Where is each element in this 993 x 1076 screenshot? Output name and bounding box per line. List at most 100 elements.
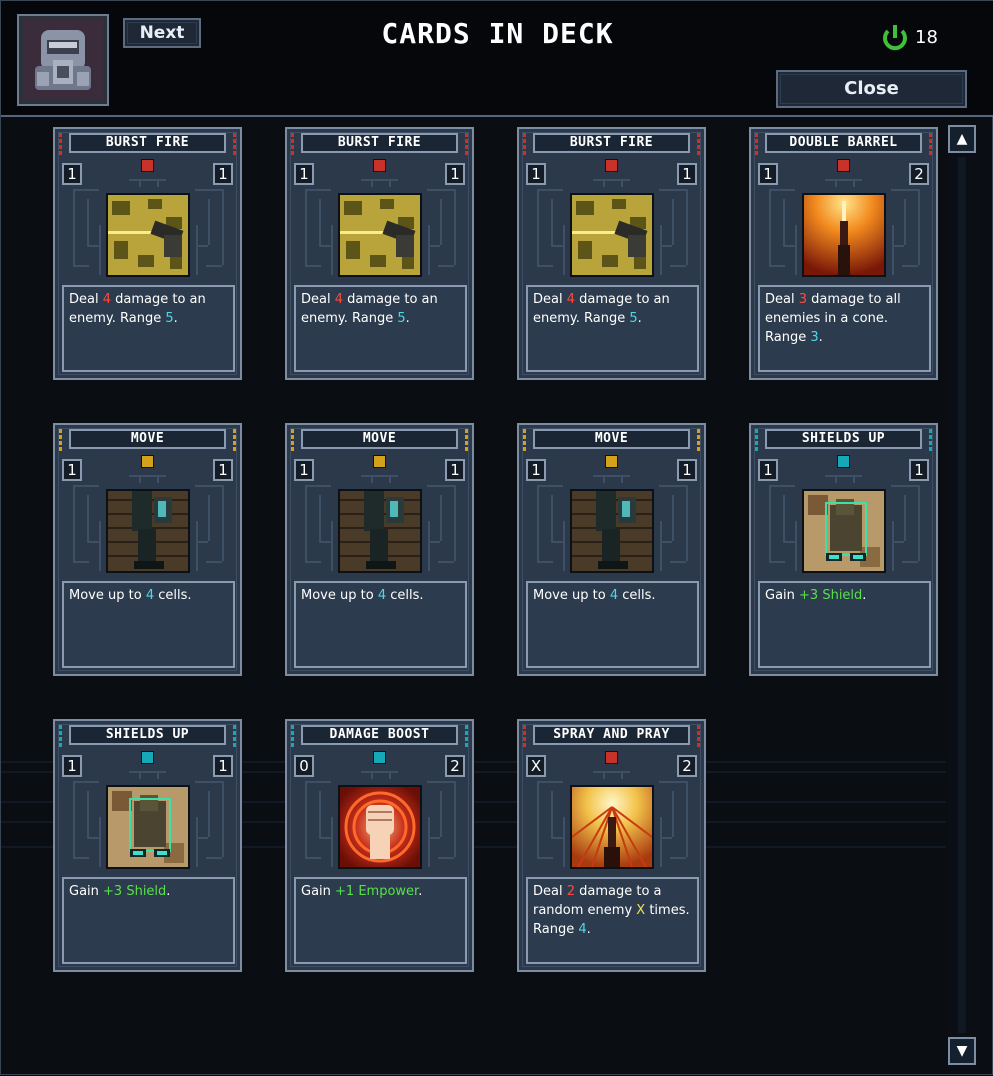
card-color-strip (233, 429, 237, 451)
arrow-down-icon[interactable]: ▼ (948, 1037, 976, 1065)
card-cost: 1 (62, 755, 82, 777)
card-name: SHIELDS UP (69, 725, 226, 745)
card-copies: 1 (213, 755, 233, 777)
helmet-portrait-icon (23, 20, 103, 100)
card-color-strip (697, 725, 701, 747)
circuit-trace (196, 817, 198, 867)
card[interactable]: BURST FIRE 1 1 Deal 4 damage to an enemy… (53, 127, 242, 380)
circuit-trace (892, 521, 894, 571)
circuit-trace (686, 781, 688, 857)
next-button[interactable]: Next (123, 18, 201, 48)
circuit-trace (73, 781, 75, 857)
circuit-trace (891, 189, 918, 191)
card[interactable]: BURST FIRE 1 1 Deal 4 damage to an enemy… (517, 127, 706, 380)
power-icon (883, 25, 907, 51)
circuit-trace (87, 791, 89, 837)
card[interactable]: DOUBLE BARREL 1 2 Deal 3 damage to all e… (749, 127, 938, 380)
circuit-trace (659, 485, 686, 487)
card-color-strip (290, 725, 294, 747)
card-copies: 1 (677, 163, 697, 185)
circuit-trace (305, 781, 331, 783)
card-copies: 2 (445, 755, 465, 777)
card-name: SPRAY AND PRAY (533, 725, 690, 745)
circuit-trace (428, 521, 430, 571)
card-art (802, 193, 886, 277)
close-button[interactable]: Close (776, 70, 967, 108)
circuit-trace (672, 199, 674, 245)
circuit-trace (371, 179, 373, 187)
card-color-strip (522, 429, 526, 451)
scroll-track[interactable] (958, 157, 966, 1033)
card[interactable]: SHIELDS UP 1 1 Gain +3 Shield. (749, 423, 938, 676)
circuit-trace (87, 541, 99, 543)
circuit-trace (672, 791, 674, 837)
circuit-trace (551, 199, 553, 245)
card-name: MOVE (69, 429, 226, 449)
circuit-trace (902, 561, 918, 563)
card-cost: X (526, 755, 546, 777)
arrow-up-icon[interactable]: ▲ (948, 125, 976, 153)
card[interactable]: SHIELDS UP 1 1 Gain +3 Shield. (53, 719, 242, 972)
card-description: Gain +3 Shield. (62, 877, 235, 964)
card-description: Move up to 4 cells. (62, 581, 235, 668)
circuit-trace (305, 189, 307, 265)
card-color-strip (465, 725, 469, 747)
circuit-trace (603, 475, 605, 483)
card-description: Deal 4 damage to an enemy. Range 5. (62, 285, 235, 372)
circuit-trace (551, 495, 553, 541)
card-name: BURST FIRE (533, 133, 690, 153)
circuit-trace (427, 781, 454, 783)
card-art (802, 489, 886, 573)
card-cost: 1 (62, 163, 82, 185)
circuit-trace (593, 771, 630, 773)
card-color-strip (522, 133, 526, 155)
card-cost: 1 (758, 459, 778, 481)
circuit-trace (783, 541, 795, 543)
circuit-trace (389, 179, 391, 187)
circuit-trace (537, 781, 563, 783)
scrollbar[interactable]: ▲ ▼ (948, 121, 980, 1069)
card-description: Move up to 4 cells. (294, 581, 467, 668)
card[interactable]: MOVE 1 1 Move up to 4 cells. (517, 423, 706, 676)
circuit-trace (670, 857, 686, 859)
card-copies: 1 (677, 459, 697, 481)
card-color-strip (522, 725, 526, 747)
circuit-trace (904, 199, 906, 245)
card-type-gem (141, 159, 154, 172)
card-color-strip (233, 133, 237, 155)
circuit-trace (305, 781, 307, 857)
circuit-trace (892, 225, 894, 275)
card-art (106, 489, 190, 573)
card-copies: 1 (909, 459, 929, 481)
card[interactable]: MOVE 1 1 Move up to 4 cells. (285, 423, 474, 676)
circuit-trace (659, 189, 686, 191)
circuit-trace (537, 485, 539, 561)
circuit-trace (139, 771, 141, 779)
circuit-trace (371, 771, 373, 779)
circuit-trace (621, 771, 623, 779)
card-copies: 1 (213, 163, 233, 185)
circuit-trace (537, 189, 539, 265)
card-color-strip (465, 429, 469, 451)
card-art (106, 193, 190, 277)
card-color-strip (697, 133, 701, 155)
circuit-trace (438, 857, 454, 859)
circuit-trace (537, 189, 563, 191)
card[interactable]: MOVE 1 1 Move up to 4 cells. (53, 423, 242, 676)
circuit-trace (783, 245, 795, 247)
circuit-trace (305, 561, 321, 563)
card-type-gem (605, 455, 618, 468)
circuit-trace (206, 561, 222, 563)
card-art (570, 193, 654, 277)
circuit-trace (222, 781, 224, 857)
circuit-trace (73, 189, 99, 191)
card[interactable]: SPRAY AND PRAY X 2 Deal 2 damage to a ra… (517, 719, 706, 972)
circuit-trace (769, 189, 771, 265)
circuit-trace (129, 179, 166, 181)
circuit-trace (389, 475, 391, 483)
card[interactable]: BURST FIRE 1 1 Deal 4 damage to an enemy… (285, 127, 474, 380)
deck-window: Next CARDS IN DECK 18 Close BURST FIRE 1… (0, 0, 993, 1075)
card-description: Gain +3 Shield. (758, 581, 931, 668)
circuit-trace (87, 495, 89, 541)
card[interactable]: DAMAGE BOOST 0 2 Gain +1 Empower. (285, 719, 474, 972)
